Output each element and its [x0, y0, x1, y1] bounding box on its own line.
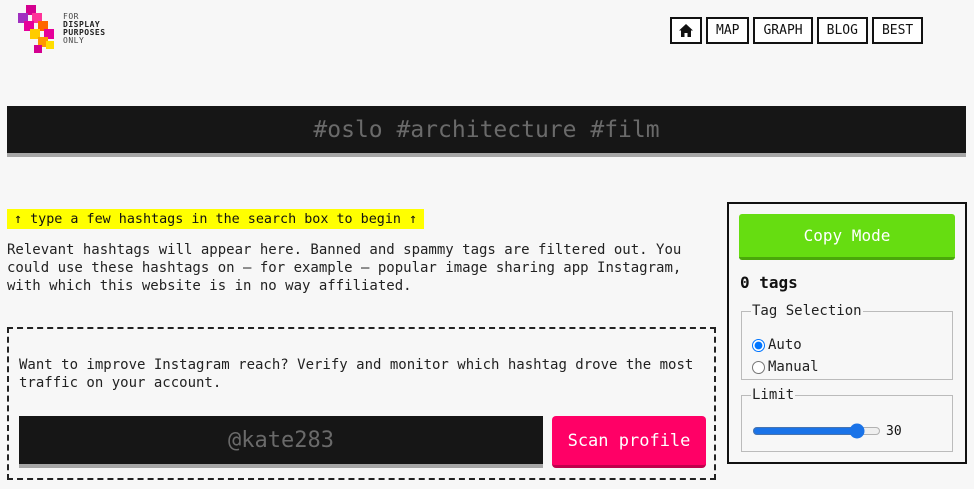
auto-option[interactable]: Auto — [752, 337, 802, 353]
home-icon — [679, 24, 693, 37]
nav-blog-button[interactable]: BLOG — [816, 17, 868, 44]
logo[interactable]: FOR DISPLAY PURPOSES ONLY — [18, 5, 128, 57]
limit-legend: Limit — [752, 387, 795, 403]
home-button[interactable] — [670, 17, 702, 44]
top-nav: MAP GRAPH BLOG BEST — [670, 17, 924, 44]
tag-count: 0 tags — [740, 273, 798, 292]
profile-scan-box: Want to improve Instagram reach? Verify … — [7, 327, 716, 480]
limit-value: 30 — [886, 423, 902, 439]
auto-radio[interactable] — [752, 338, 765, 352]
hashtag-search-bar — [7, 106, 966, 157]
tag-selection-legend: Tag Selection — [752, 303, 862, 319]
logo-cubes-icon — [18, 5, 54, 53]
auto-label: Auto — [768, 337, 802, 353]
limit-fieldset: Limit 30 — [741, 387, 953, 452]
nav-best-button[interactable]: BEST — [871, 17, 924, 44]
account-input[interactable] — [19, 416, 543, 464]
account-input-wrap — [19, 416, 543, 468]
manual-radio[interactable] — [752, 360, 765, 374]
copy-mode-button[interactable]: Copy Mode — [739, 214, 955, 260]
tag-selection-fieldset: Tag Selection Auto Manual — [741, 303, 953, 380]
manual-label: Manual — [768, 359, 819, 375]
promo-text: Want to improve Instagram reach? Verify … — [19, 357, 694, 391]
scan-profile-button[interactable]: Scan profile — [552, 416, 706, 468]
limit-slider[interactable] — [752, 423, 881, 439]
logo-text: FOR DISPLAY PURPOSES ONLY — [63, 12, 106, 45]
nav-graph-button[interactable]: GRAPH — [753, 17, 813, 44]
hashtag-search-input[interactable] — [7, 106, 966, 153]
results-description: Relevant hashtags will appear here. Bann… — [7, 242, 682, 294]
side-panel: Copy Mode 0 tags Tag Selection Auto Manu… — [727, 202, 967, 464]
nav-map-button[interactable]: MAP — [706, 17, 750, 44]
limit-row: 30 — [752, 423, 902, 439]
search-hint: ↑ type a few hashtags in the search box … — [7, 209, 425, 229]
manual-option[interactable]: Manual — [752, 359, 819, 375]
